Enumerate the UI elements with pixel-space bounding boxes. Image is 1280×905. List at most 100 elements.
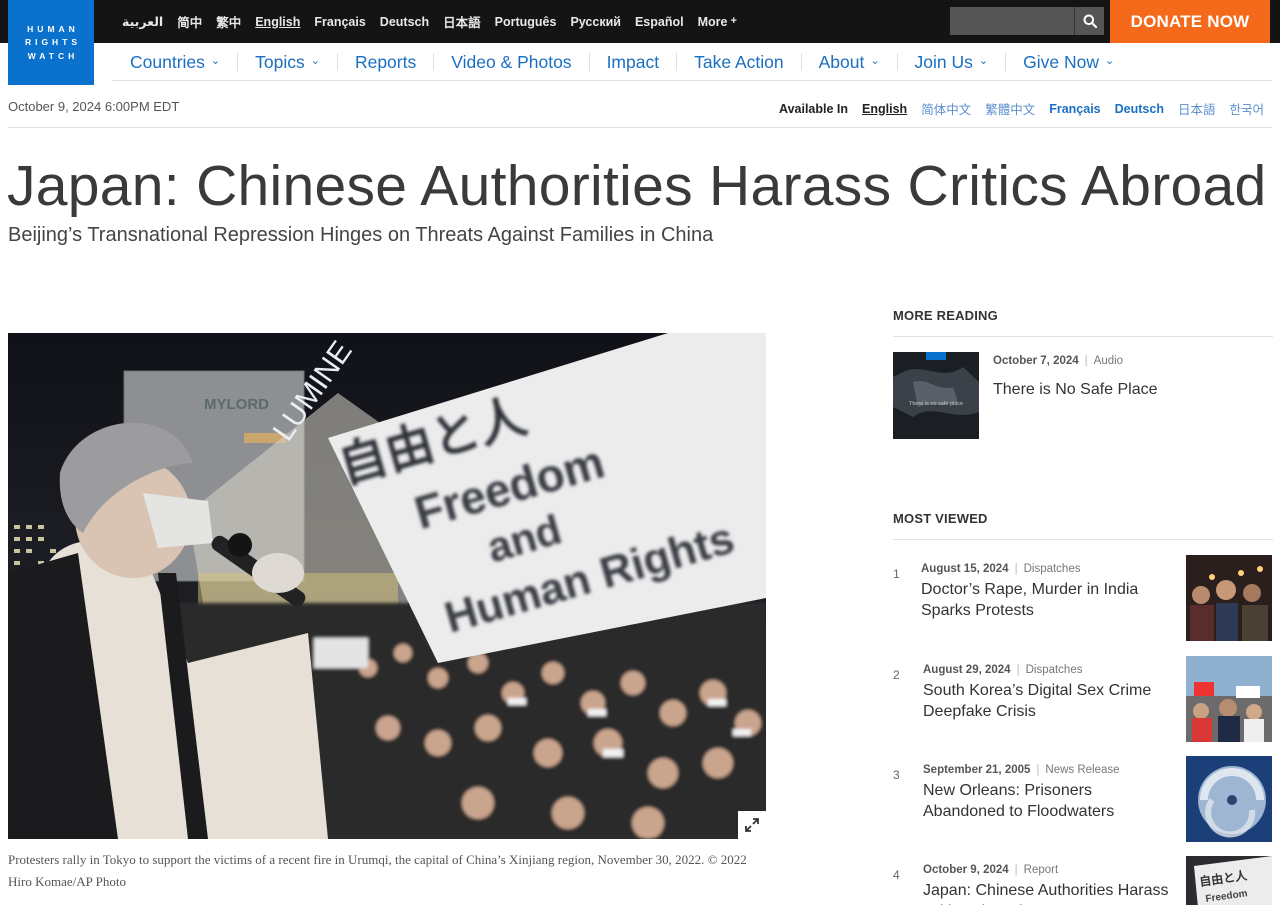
available-lang-german[interactable]: Deutsch [1115, 102, 1164, 116]
rank-number: 1 [893, 567, 900, 581]
protest-photo-illustration: MYLORD LUMINE 自由と人 Freedom and Human Rig… [8, 333, 766, 839]
item-thumbnail[interactable] [1186, 555, 1272, 641]
chevron-down-icon: ⌄ [310, 54, 320, 67]
building-sign: MYLORD [204, 396, 269, 413]
expand-photo-button[interactable] [738, 811, 766, 839]
nav-countries[interactable]: Countries ⌄ [112, 51, 239, 72]
lang-japanese[interactable]: 日本語 [443, 12, 481, 31]
article-subtitle: Beijing’s Transnational Repression Hinge… [8, 224, 714, 246]
item-title[interactable]: Doctor’s Rape, Murder in India Sparks Pr… [921, 579, 1171, 621]
more-reading-title[interactable]: There is No Safe Place [993, 379, 1263, 400]
photo-caption: Protesters rally in Tokyo to support the… [8, 852, 747, 889]
protest-thumbnail-image [1186, 555, 1272, 641]
rank-number: 4 [893, 868, 900, 882]
more-reading-meta: October 7, 2024 | Audio [993, 355, 1123, 367]
meta-separator: | [1036, 764, 1040, 776]
item-thumbnail[interactable] [1186, 756, 1272, 842]
item-date: August 15, 2024 [921, 563, 1009, 575]
available-lang-japanese[interactable]: 日本語 [1178, 99, 1216, 118]
item-date: August 29, 2024 [923, 664, 1011, 676]
expand-icon [745, 818, 759, 832]
chevron-down-icon: ⌄ [210, 54, 221, 67]
item-title[interactable]: South Korea’s Digital Sex Crime Deepfake… [923, 680, 1173, 722]
nav-take-action[interactable]: Take Action [677, 51, 802, 72]
sign-thumbnail-image: 自由と人 Freedom [1186, 856, 1272, 905]
more-reading-thumbnail[interactable]: There is no safe place [893, 352, 979, 439]
search-icon [1083, 14, 1097, 28]
more-reading-type: Audio [1093, 355, 1124, 367]
lang-more-label: More [697, 14, 728, 29]
nav-about[interactable]: About ⌄ [802, 51, 898, 72]
language-bar: العربية 简中 繁中 English Français Deutsch 日… [122, 0, 737, 43]
lang-german[interactable]: Deutsch [380, 15, 429, 29]
meta-separator: | [1016, 664, 1020, 676]
item-date: September 21, 2005 [923, 764, 1031, 776]
item-type: News Release [1045, 764, 1120, 776]
nav-label: Reports [354, 51, 417, 72]
logo-line: WATCH [27, 50, 79, 61]
nav-impact[interactable]: Impact [590, 51, 678, 72]
nav-video-photos[interactable]: Video & Photos [434, 51, 590, 72]
article-photo: MYLORD LUMINE 自由と人 Freedom and Human Rig… [8, 333, 766, 839]
lang-spanish[interactable]: Español [635, 15, 684, 29]
lang-english[interactable]: English [255, 15, 300, 29]
rally-thumbnail-image [1186, 656, 1272, 742]
available-lang-simplified-chinese[interactable]: 简体中文 [921, 99, 971, 118]
available-in-label: Available In [779, 101, 849, 116]
audio-thumbnail-image: There is no safe place [893, 352, 979, 439]
item-type: Dispatches [1023, 563, 1081, 575]
nav-label: About [818, 51, 865, 72]
nav-label: Video & Photos [451, 51, 572, 72]
more-reading-heading: MORE READING [893, 308, 1273, 337]
lang-arabic[interactable]: العربية [122, 14, 163, 29]
nav-label: Impact [606, 51, 660, 72]
lang-traditional-chinese[interactable]: 繁中 [216, 12, 241, 31]
lang-more-button[interactable]: More + [698, 15, 737, 29]
available-lang-korean[interactable]: 한국어 [1229, 99, 1264, 118]
nav-label: Join Us [914, 51, 973, 72]
search-input[interactable] [950, 7, 1074, 35]
available-languages: Available In English 简体中文 繁體中文 Français … [779, 99, 1264, 118]
item-thumbnail[interactable]: 自由と人 Freedom [1186, 856, 1272, 905]
meta-separator: | [1014, 563, 1018, 575]
item-type: Dispatches [1025, 664, 1083, 676]
item-date: October 9, 2024 [923, 864, 1009, 876]
available-lang-traditional-chinese[interactable]: 繁體中文 [985, 99, 1035, 118]
meta-separator: | [1014, 864, 1018, 876]
meta-separator: | [1084, 355, 1088, 367]
nav-give-now[interactable]: Give Now ⌄ [1006, 53, 1131, 71]
thumb-caption: There is no safe place [909, 401, 963, 407]
nav-label: Give Now [1023, 51, 1099, 72]
nav-label: Take Action [694, 51, 784, 72]
nav-label: Countries [130, 51, 205, 72]
item-thumbnail[interactable] [1186, 656, 1272, 742]
lang-russian[interactable]: Русский [570, 15, 621, 29]
rank-number: 2 [893, 668, 900, 682]
item-title[interactable]: Japan: Chinese Authorities Harass Critic… [923, 880, 1173, 905]
lang-french[interactable]: Français [314, 15, 365, 29]
chevron-down-icon: ⌄ [870, 54, 880, 67]
lang-simplified-chinese[interactable]: 简中 [177, 12, 202, 31]
main-nav: Countries ⌄ Topics ⌄ Reports Video & Photo… [112, 43, 1272, 81]
more-reading-date: October 7, 2024 [993, 355, 1079, 367]
nav-reports[interactable]: Reports [338, 51, 435, 72]
lang-portuguese[interactable]: Português [495, 15, 557, 29]
donate-button[interactable]: DONATE NOW [1110, 0, 1270, 43]
available-lang-english[interactable]: English [862, 102, 907, 116]
most-viewed-heading: MOST VIEWED [893, 511, 1273, 540]
hrw-logo[interactable]: HUMAN RIGHTS WATCH [8, 0, 94, 85]
article-date: October 9, 2024 6:00PM EDT [8, 99, 180, 114]
article-title: Japan: Chinese Authorities Harass Critic… [7, 154, 1267, 218]
article-meta-row: October 9, 2024 6:00PM EDT Available In … [8, 86, 1272, 128]
search-button[interactable] [1074, 7, 1104, 35]
rank-number: 3 [893, 768, 900, 782]
chevron-down-icon: ⌄ [1104, 54, 1115, 67]
available-lang-french[interactable]: Français [1049, 102, 1100, 116]
nav-topics[interactable]: Topics ⌄ [238, 51, 338, 72]
logo-line: RIGHTS [24, 37, 82, 48]
item-title[interactable]: New Orleans: Prisoners Abandoned to Floo… [923, 780, 1173, 822]
nav-label: Topics [255, 51, 305, 72]
plus-icon: + [730, 14, 737, 27]
item-type: Report [1023, 864, 1059, 876]
nav-join-us[interactable]: Join Us ⌄ [898, 51, 1007, 72]
